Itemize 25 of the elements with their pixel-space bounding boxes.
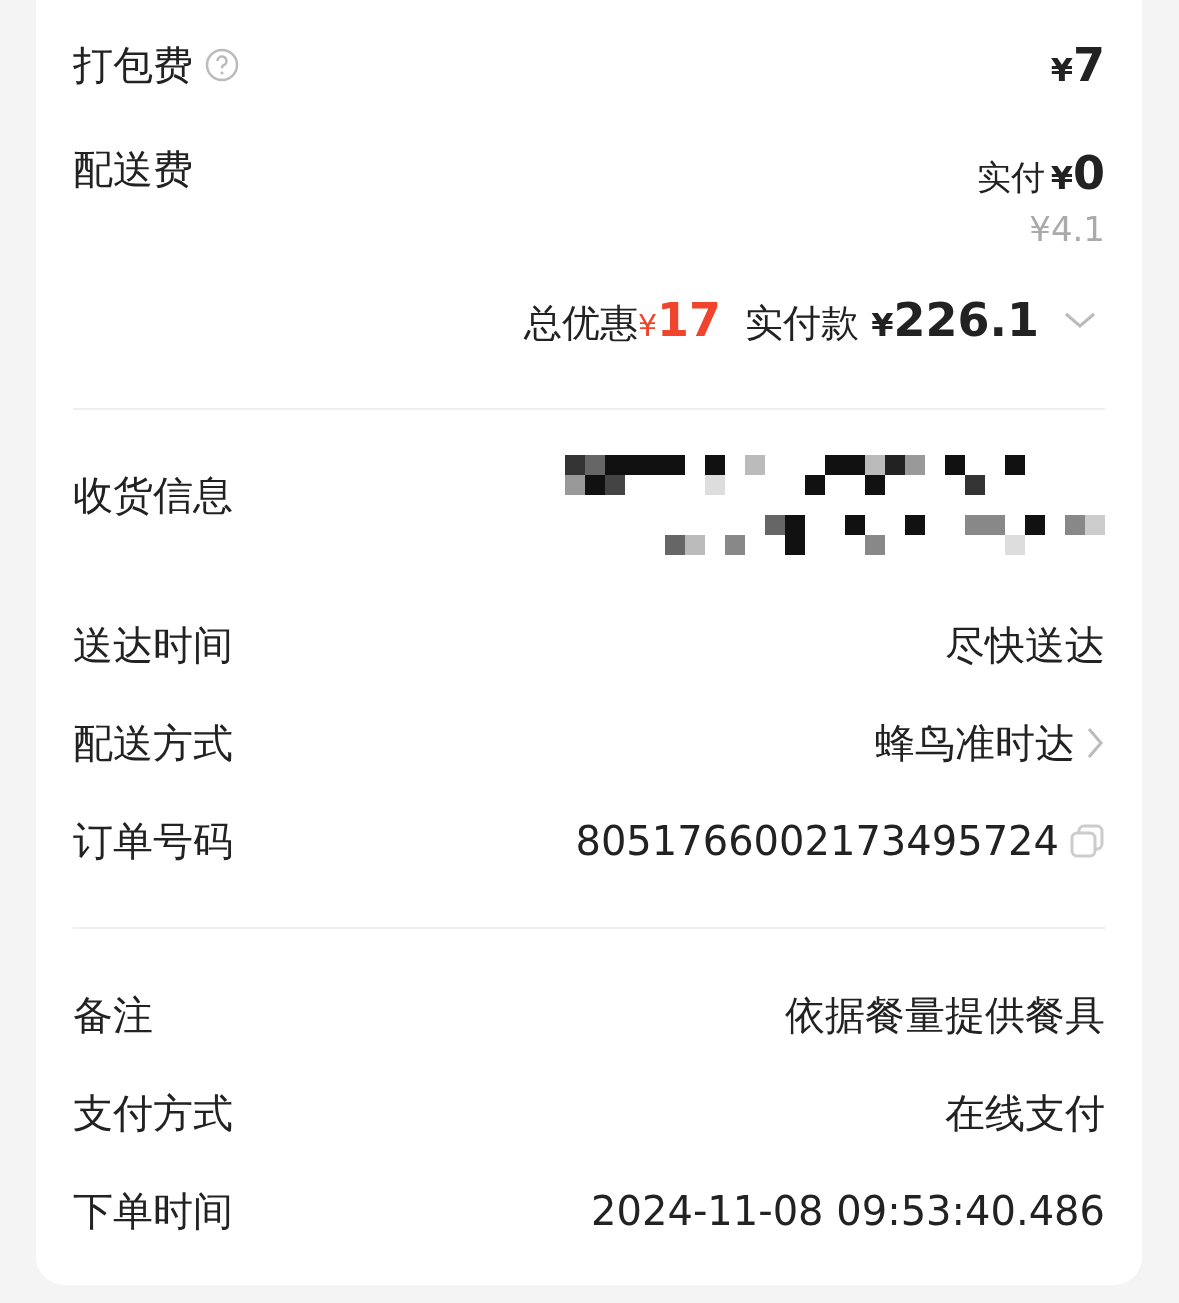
total-paid: 实付款 ¥226.1 [745,291,1039,349]
row-label: 配送方式 [73,719,233,768]
row-value: 2024-11-08 09:53:40.486 [591,1187,1105,1236]
row-value: 8051766002173495724 [575,817,1059,866]
fee-label: 配送费 [73,145,193,191]
help-icon[interactable] [205,48,239,82]
fee-label: 打包费 [73,41,193,90]
chevron-right-icon[interactable] [1085,726,1105,760]
row-label: 下单时间 [73,1187,233,1236]
row-value: 蜂鸟准时达 [875,719,1075,768]
chevron-down-icon[interactable] [1063,310,1097,330]
row-label: 收货信息 [73,471,233,517]
row-label: 送达时间 [73,621,233,670]
fee-amount: ¥0 [1050,145,1105,202]
row-value: 依据餐量提供餐具 [785,991,1105,1040]
row-label: 订单号码 [73,817,233,866]
paid-label: 实付 [976,156,1045,199]
row-label: 备注 [73,991,153,1040]
total-discount: 总优惠¥17 [524,291,722,349]
row-value: 尽快送达 [945,621,1105,670]
row-label: 支付方式 [73,1089,233,1138]
fee-amount: ¥7 [1050,36,1105,94]
copy-icon[interactable] [1069,823,1105,859]
row-value: 在线支付 [945,1089,1105,1138]
original-price: ¥4.1 [1029,208,1105,250]
